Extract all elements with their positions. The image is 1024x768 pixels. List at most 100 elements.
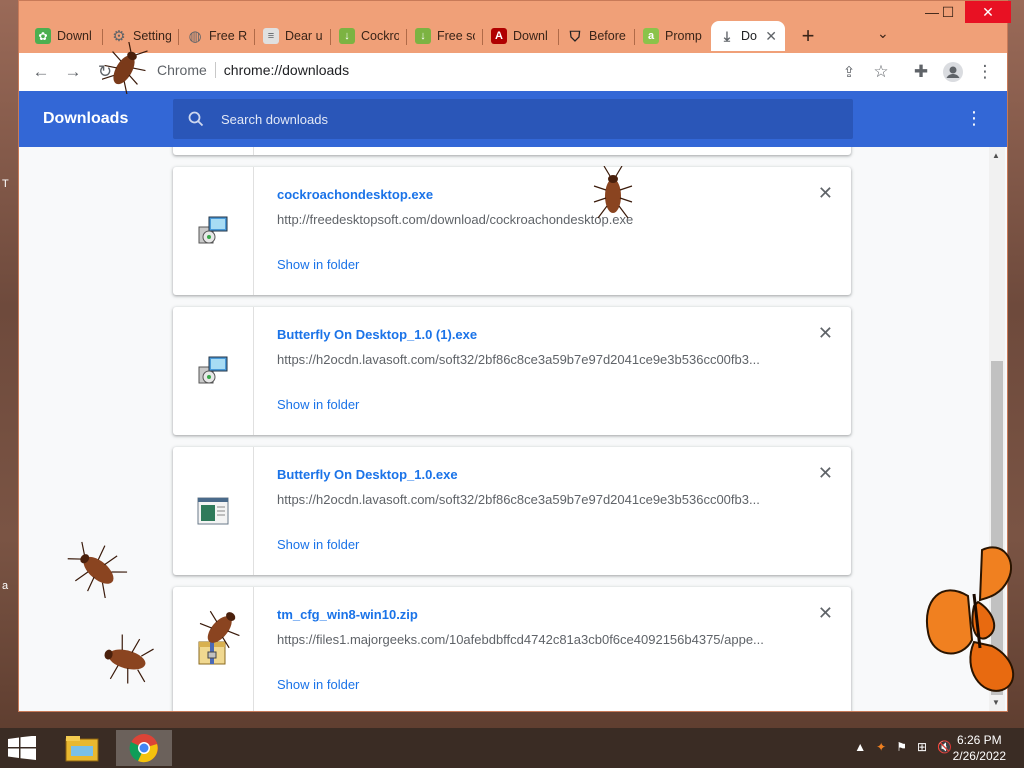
cockroach-icon bbox=[67, 541, 128, 598]
downloads-menu-icon[interactable]: ⋮ bbox=[965, 109, 983, 127]
windows-start-icon[interactable] bbox=[8, 736, 36, 760]
a-letter-icon: a bbox=[643, 28, 659, 44]
show-in-folder-link[interactable]: Show in folder bbox=[277, 397, 359, 412]
clock-date: 2/26/2022 bbox=[952, 749, 1006, 763]
show-in-folder-link[interactable]: Show in folder bbox=[277, 257, 359, 272]
back-arrow-icon[interactable]: ← bbox=[31, 62, 51, 82]
download-url[interactable]: https://files1.majorgeeks.com/10afebdbff… bbox=[277, 632, 777, 647]
tab[interactable]: ≡ Dear u bbox=[255, 21, 331, 51]
search-icon bbox=[187, 110, 205, 128]
tab-title: Downl bbox=[57, 29, 92, 43]
tab-search-chevron-icon[interactable]: ⌄ bbox=[877, 25, 889, 42]
tab-title: Promp bbox=[665, 29, 702, 43]
cockroach-icon bbox=[104, 634, 154, 684]
browser-toolbar: ← → ↻ Chrome chrome://downloads ⇪ ☆ ✚ ⋮ bbox=[19, 53, 1007, 91]
tab[interactable]: ✿ Downl bbox=[27, 21, 103, 51]
downloads-list: cockroachondesktop.exe http://freedeskto… bbox=[19, 147, 1007, 711]
cockroach-icon bbox=[102, 42, 148, 94]
downloads-header: Downloads ⋮ bbox=[19, 91, 1007, 147]
download-url[interactable]: https://h2ocdn.lavasoft.com/soft32/2bf86… bbox=[277, 352, 777, 367]
url-text: chrome://downloads bbox=[223, 62, 350, 78]
list-item: Butterfly On Desktop_1.0 (1).exe https:/… bbox=[173, 307, 851, 435]
desktop-edge-text: a bbox=[2, 580, 9, 592]
profile-avatar-icon[interactable] bbox=[943, 62, 963, 82]
list-item: tm_cfg_win8-win10.zip https://files1.maj… bbox=[173, 587, 851, 711]
share-icon[interactable]: ⇪ bbox=[839, 62, 859, 82]
tab[interactable]: a Promp bbox=[635, 21, 711, 51]
volume-muted-icon[interactable]: 🔇 bbox=[937, 740, 952, 754]
search-input[interactable] bbox=[219, 110, 823, 128]
cockroach-icon bbox=[593, 166, 633, 219]
remove-close-icon[interactable]: ✕ bbox=[818, 323, 833, 344]
list-item: Butterfly On Desktop_1.0.exe https://h2o… bbox=[173, 447, 851, 575]
bookmark-star-icon[interactable]: ☆ bbox=[871, 62, 891, 82]
download-filename-link[interactable]: Butterfly On Desktop_1.0 (1).exe bbox=[277, 327, 477, 342]
installer-icon bbox=[198, 216, 228, 244]
tab[interactable]: A Downl bbox=[483, 21, 559, 51]
desktop-edge-text: T bbox=[2, 178, 9, 190]
window-file-icon bbox=[197, 497, 229, 525]
tab-title: Free sc bbox=[437, 29, 475, 43]
extensions-puzzle-icon[interactable]: ✚ bbox=[911, 62, 931, 82]
shield-icon: ⛉ bbox=[569, 27, 581, 44]
close-window-button[interactable]: ✕ bbox=[965, 1, 1011, 23]
site-label: Chrome bbox=[157, 62, 207, 78]
cockroach-icon bbox=[199, 610, 240, 649]
download-url[interactable]: http://freedesktopsoft.com/download/cock… bbox=[277, 212, 777, 227]
new-tab-button[interactable]: + bbox=[795, 23, 821, 49]
list-item: cockroachondesktop.exe http://freedeskto… bbox=[173, 167, 851, 295]
tab-strip: ✿ Downl ⚙ Setting ◍ Free R ≡ Dear u ↓ Co… bbox=[19, 1, 1011, 53]
page-title: Downloads bbox=[43, 110, 129, 127]
chrome-window: ✿ Downl ⚙ Setting ◍ Free R ≡ Dear u ↓ Co… bbox=[18, 0, 1011, 712]
file-explorer-icon[interactable] bbox=[54, 730, 110, 766]
omnibox[interactable]: Chrome chrome://downloads bbox=[157, 62, 349, 78]
download-filename-link[interactable]: tm_cfg_win8-win10.zip bbox=[277, 607, 418, 622]
maximize-button[interactable]: ☐ bbox=[931, 1, 965, 23]
tab[interactable]: ↓ Cockro bbox=[331, 21, 407, 51]
plant-icon: ✿ bbox=[35, 28, 51, 44]
search-box[interactable] bbox=[173, 99, 853, 139]
download-filename-link[interactable]: Butterfly On Desktop_1.0.exe bbox=[277, 467, 458, 482]
download-arrow-icon: ↓ bbox=[339, 28, 355, 44]
show-in-folder-link[interactable]: Show in folder bbox=[277, 537, 359, 552]
tab[interactable]: ◍ Free R bbox=[179, 21, 255, 51]
adobe-icon: A bbox=[491, 28, 507, 44]
tab-title: Cockro bbox=[361, 29, 399, 43]
tab-title: Before bbox=[589, 29, 626, 43]
clock-time: 6:26 PM bbox=[956, 733, 1002, 747]
forward-arrow-icon[interactable]: → bbox=[63, 62, 83, 82]
installer-icon bbox=[198, 356, 228, 384]
download-url[interactable]: https://h2ocdn.lavasoft.com/soft32/2bf86… bbox=[277, 492, 777, 507]
tab-active[interactable]: ⤓ Do ✕ bbox=[711, 21, 785, 51]
butterfly-icon bbox=[925, 546, 1015, 692]
system-tray: ▲ ✦ ⚑ ⊞ 🔇 bbox=[854, 740, 952, 754]
tab-title: Dear u bbox=[285, 29, 323, 43]
chrome-taskbar-icon[interactable] bbox=[116, 730, 172, 766]
globe-icon: ◍ bbox=[188, 28, 202, 45]
download-arrow-icon: ↓ bbox=[415, 28, 431, 44]
taskbar: ▲ ✦ ⚑ ⊞ 🔇 6:26 PM 2/26/2022 bbox=[0, 728, 1024, 768]
chrome-menu-icon[interactable]: ⋮ bbox=[975, 62, 995, 82]
tab-title: Downl bbox=[513, 29, 548, 43]
tab-close-icon[interactable]: ✕ bbox=[765, 28, 777, 45]
action-center-flag-icon[interactable]: ⚑ bbox=[896, 740, 907, 754]
remove-close-icon[interactable]: ✕ bbox=[818, 183, 833, 204]
scroll-up-icon[interactable]: ▲ bbox=[992, 151, 1000, 160]
tab[interactable]: ↓ Free sc bbox=[407, 21, 483, 51]
download-icon: ⤓ bbox=[723, 27, 731, 44]
scroll-down-icon[interactable]: ▼ bbox=[992, 698, 1000, 707]
list-item bbox=[173, 147, 851, 155]
remove-close-icon[interactable]: ✕ bbox=[818, 603, 833, 624]
show-in-folder-link[interactable]: Show in folder bbox=[277, 677, 359, 692]
tab-title: Free R bbox=[209, 29, 247, 43]
network-icon[interactable]: ⊞ bbox=[917, 740, 927, 754]
remove-close-icon[interactable]: ✕ bbox=[818, 463, 833, 484]
tray-butterfly-icon[interactable]: ✦ bbox=[876, 740, 886, 754]
tab-title: Do bbox=[741, 29, 757, 43]
tray-expand-icon[interactable]: ▲ bbox=[854, 740, 866, 754]
taskbar-clock[interactable]: 6:26 PM 2/26/2022 bbox=[953, 732, 1006, 764]
tab[interactable]: ⛉ Before bbox=[559, 21, 635, 51]
download-filename-link[interactable]: cockroachondesktop.exe bbox=[277, 187, 433, 202]
document-icon: ≡ bbox=[263, 28, 279, 44]
tab-title: Setting bbox=[133, 29, 171, 43]
